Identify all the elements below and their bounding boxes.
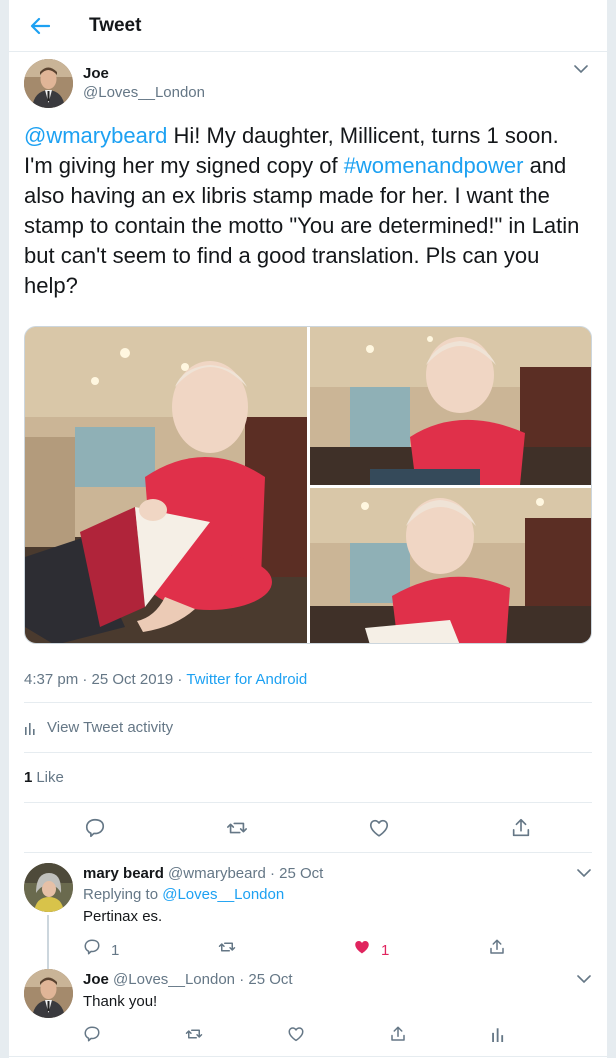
share-button[interactable] bbox=[488, 938, 616, 962]
meta-separator: · bbox=[173, 671, 187, 688]
reply-author-name[interactable]: mary beard bbox=[83, 865, 164, 882]
hashtag-link[interactable]: #womenandpower bbox=[344, 153, 524, 178]
likes-count: 1 bbox=[24, 769, 33, 786]
analytics-button[interactable] bbox=[491, 1026, 531, 1048]
reply-header: mary beard @wmarybeard · 25 Oct bbox=[83, 863, 616, 884]
heart-icon[interactable] bbox=[367, 816, 391, 840]
reply-author-handle[interactable]: @Loves__London bbox=[113, 971, 235, 988]
likes-row[interactable]: 1 Like bbox=[24, 753, 592, 803]
reply-date[interactable]: · 25 Oct bbox=[235, 971, 292, 988]
like-button[interactable] bbox=[287, 1025, 389, 1049]
reply-text: Pertinax es. bbox=[83, 908, 163, 925]
tweet-page: Tweet Joe @Loves__London @wmarybeard Hi!… bbox=[8, 0, 608, 1058]
top-bar: Tweet bbox=[9, 0, 607, 52]
reply-action-bar: 1 1 bbox=[83, 931, 616, 969]
divider bbox=[9, 1056, 607, 1057]
photo-3[interactable] bbox=[310, 488, 591, 643]
share-icon[interactable] bbox=[509, 816, 533, 840]
avatar[interactable] bbox=[24, 58, 73, 108]
reply-count: 1 bbox=[111, 941, 120, 959]
reply-icon[interactable] bbox=[83, 816, 107, 840]
share-icon bbox=[488, 938, 506, 962]
bar-chart-icon bbox=[24, 721, 38, 735]
reply-tweet[interactable]: Joe @Loves__London · 25 Oct Thank you! bbox=[9, 969, 607, 1056]
reply-author-name[interactable]: Joe bbox=[83, 971, 109, 988]
like-count: 1 bbox=[381, 941, 390, 959]
author-name[interactable]: Joe bbox=[83, 64, 205, 83]
share-icon bbox=[389, 1025, 407, 1049]
chevron-down-icon[interactable] bbox=[577, 971, 591, 989]
photo-2[interactable] bbox=[310, 327, 591, 485]
avatar[interactable] bbox=[24, 863, 73, 912]
author-handle[interactable]: @Loves__London bbox=[83, 83, 205, 102]
chevron-down-icon[interactable] bbox=[577, 865, 591, 883]
likes-label: Like bbox=[36, 769, 64, 786]
replying-to-link[interactable]: @Loves__London bbox=[162, 886, 284, 903]
tweet-meta: 4:37 pm · 25 Oct 2019 · Twitter for Andr… bbox=[24, 671, 592, 703]
retweet-icon bbox=[218, 938, 236, 962]
tweet-header: Joe @Loves__London bbox=[24, 52, 592, 108]
reply-body: mary beard @wmarybeard · 25 Oct Replying… bbox=[83, 863, 616, 969]
tweet-source-link[interactable]: Twitter for Android bbox=[186, 671, 307, 688]
tweet-activity-row[interactable]: View Tweet activity bbox=[24, 703, 592, 753]
reply-date[interactable]: · 25 Oct bbox=[266, 865, 323, 882]
reply-button[interactable] bbox=[83, 1025, 185, 1049]
share-button[interactable] bbox=[389, 1025, 491, 1049]
heart-filled-icon bbox=[353, 938, 371, 962]
reply-body: Joe @Loves__London · 25 Oct Thank you! bbox=[83, 969, 592, 1056]
tweet-timestamp[interactable]: 4:37 pm · 25 Oct 2019 bbox=[24, 671, 173, 688]
reply-tweet[interactable]: mary beard @wmarybeard · 25 Oct Replying… bbox=[9, 853, 607, 1011]
retweet-button[interactable] bbox=[218, 938, 353, 962]
retweet-icon bbox=[185, 1025, 203, 1049]
page-title: Tweet bbox=[89, 14, 142, 36]
chevron-down-icon[interactable] bbox=[572, 60, 590, 78]
media-grid bbox=[24, 326, 592, 644]
back-arrow-icon[interactable] bbox=[29, 15, 51, 37]
author-info: Joe @Loves__London bbox=[83, 64, 205, 102]
replying-to-label: Replying to bbox=[83, 886, 163, 903]
reply-text: Thank you! bbox=[83, 993, 158, 1010]
tweet-text: @wmarybeard Hi! My daughter, Millicent, … bbox=[24, 121, 592, 301]
avatar[interactable] bbox=[24, 969, 73, 1018]
like-button[interactable]: 1 bbox=[353, 938, 488, 962]
reply-header: Joe @Loves__London · 25 Oct bbox=[83, 969, 592, 990]
reply-action-bar bbox=[83, 1018, 592, 1056]
action-bar bbox=[24, 803, 592, 853]
retweet-button[interactable] bbox=[185, 1025, 287, 1049]
replying-to: Replying to @Loves__London bbox=[83, 884, 616, 905]
reply-icon bbox=[83, 938, 101, 962]
bar-chart-icon bbox=[491, 1026, 507, 1048]
photo-1[interactable] bbox=[25, 327, 307, 643]
mention-link[interactable]: @wmarybeard bbox=[24, 123, 167, 148]
reply-author-handle[interactable]: @wmarybeard bbox=[168, 865, 266, 882]
retweet-icon[interactable] bbox=[225, 816, 249, 840]
reply-icon bbox=[83, 1025, 101, 1049]
main-tweet: Joe @Loves__London @wmarybeard Hi! My da… bbox=[9, 52, 607, 853]
heart-icon bbox=[287, 1025, 305, 1049]
view-activity-label: View Tweet activity bbox=[47, 719, 174, 736]
reply-button[interactable]: 1 bbox=[83, 938, 218, 962]
